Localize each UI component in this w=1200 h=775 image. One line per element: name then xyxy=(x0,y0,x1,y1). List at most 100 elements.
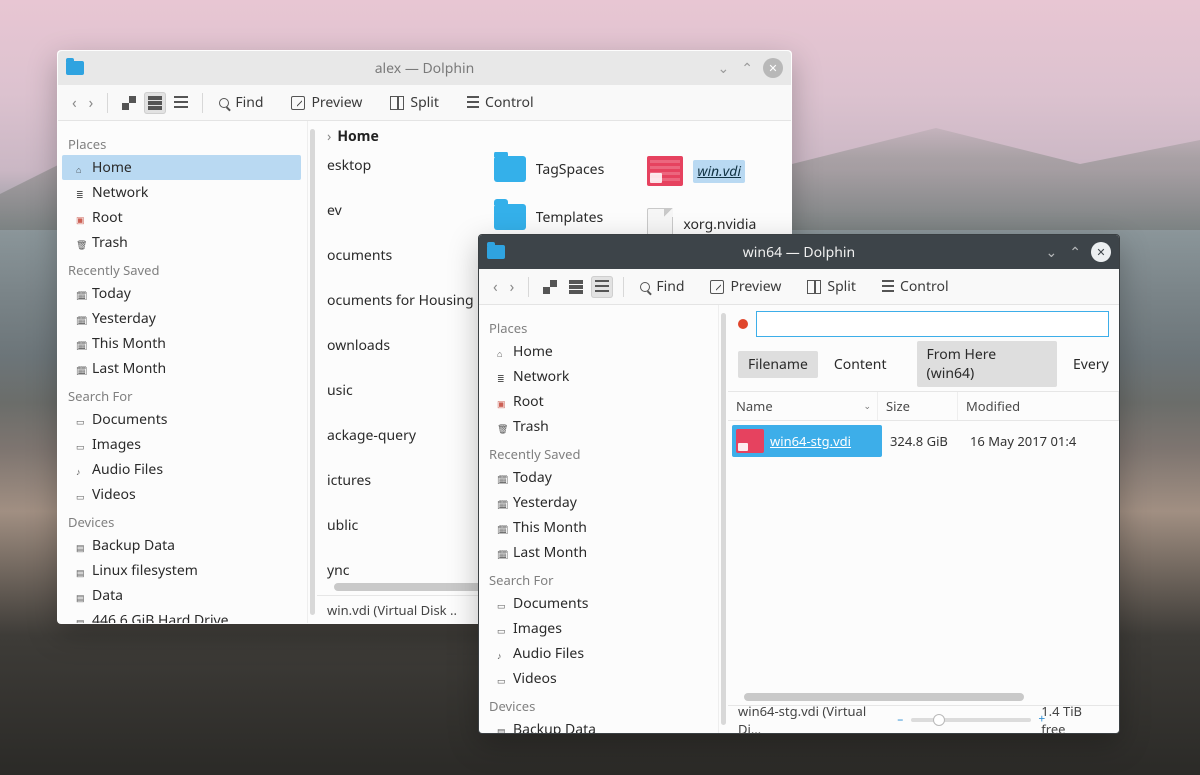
preview-button[interactable]: Preview xyxy=(704,273,787,300)
window-title: win64 — Dolphin xyxy=(479,243,1119,262)
file-item[interactable]: ev xyxy=(327,197,474,224)
sidebar-item-docs[interactable]: ▭Documents xyxy=(62,407,301,432)
search-results-view: Filename Content From Here (win64) Every… xyxy=(728,305,1119,733)
file-item[interactable]: ownloads xyxy=(327,332,474,359)
sidebar-item-trash[interactable]: 🗑Trash xyxy=(483,414,712,439)
nav-forward[interactable]: › xyxy=(506,275,519,299)
row-size: 324.8 GiB xyxy=(882,428,962,454)
split-button[interactable]: Split xyxy=(801,273,862,300)
file-item-winvdi[interactable]: win.vdi xyxy=(647,152,781,190)
sidebar-item-today[interactable]: 🗓Today xyxy=(62,281,301,306)
file-item[interactable]: ictures xyxy=(327,467,474,494)
sidebar-item-this-month[interactable]: 🗓This Month xyxy=(483,515,712,540)
view-icons[interactable] xyxy=(539,276,561,298)
sidebar-item-last-month[interactable]: 🗓Last Month xyxy=(483,540,712,565)
sidebar-item-last-month[interactable]: 🗓Last Month xyxy=(62,356,301,381)
view-details[interactable] xyxy=(591,276,613,298)
view-icons[interactable] xyxy=(118,92,140,114)
sidebar-item-backup[interactable]: ▤Backup Data xyxy=(483,717,712,733)
file-item[interactable]: ocuments for Housing xyxy=(327,287,474,314)
sidebar-splitter[interactable] xyxy=(721,313,726,725)
nav-back[interactable]: ‹ xyxy=(489,275,502,299)
minimize-button[interactable]: ⌄ xyxy=(716,59,732,78)
toolbar: ‹ › Find Preview Split Control xyxy=(58,85,791,121)
file-item[interactable]: ackage-query xyxy=(327,422,474,449)
sidebar-splitter[interactable] xyxy=(310,129,315,615)
breadcrumb-home[interactable]: Home xyxy=(337,127,378,146)
view-compact[interactable] xyxy=(565,276,587,298)
sidebar-item-network[interactable]: ≣Network xyxy=(483,364,712,389)
zoom-slider[interactable]: – + xyxy=(911,718,1031,722)
sidebar-item-today[interactable]: 🗓Today xyxy=(483,465,712,490)
sidebar-item-yesterday[interactable]: 🗓Yesterday xyxy=(62,306,301,331)
sidebar-item-audio[interactable]: ♪Audio Files xyxy=(483,641,712,666)
sidebar-item-hdd[interactable]: ▤446.6 GiB Hard Drive xyxy=(62,608,301,623)
view-details[interactable] xyxy=(170,92,192,114)
stop-search-icon[interactable] xyxy=(738,319,748,329)
sidebar-item-audio[interactable]: ♪Audio Files xyxy=(62,457,301,482)
titlebar[interactable]: alex — Dolphin ⌄ ⌃ ✕ xyxy=(58,51,791,85)
sidebar-item-data[interactable]: ▤Data xyxy=(62,583,301,608)
titlebar[interactable]: win64 — Dolphin ⌄ ⌃ ✕ xyxy=(479,235,1119,269)
sidebar-item-linuxfs[interactable]: ▤Linux filesystem xyxy=(62,558,301,583)
row-name[interactable]: win64-stg.vdi xyxy=(732,425,882,457)
sidebar-item-network[interactable]: ≣Network xyxy=(62,180,301,205)
sidebar-item-this-month[interactable]: 🗓This Month xyxy=(62,331,301,356)
filter-content[interactable]: Content xyxy=(824,351,897,378)
sidebar-item-docs[interactable]: ▭Documents xyxy=(483,591,712,616)
preview-button[interactable]: Preview xyxy=(285,89,368,116)
devices-header: Devices xyxy=(62,507,301,533)
file-item[interactable]: usic xyxy=(327,377,474,404)
recent-header: Recently Saved xyxy=(483,439,712,465)
file-item[interactable]: ocuments xyxy=(327,242,474,269)
sidebar-item-videos[interactable]: ▭Videos xyxy=(62,482,301,507)
sidebar-item-yesterday[interactable]: 🗓Yesterday xyxy=(483,490,712,515)
nav-back[interactable]: ‹ xyxy=(68,91,81,115)
sidebar-item-images[interactable]: ▭Images xyxy=(483,616,712,641)
close-button[interactable]: ✕ xyxy=(1091,242,1111,262)
split-button[interactable]: Split xyxy=(384,89,445,116)
minimize-button[interactable]: ⌄ xyxy=(1044,243,1060,262)
file-item-tagspaces[interactable]: TagSpaces xyxy=(494,152,628,186)
file-item-templates[interactable]: Templates xyxy=(494,200,628,234)
sidebar-item-home[interactable]: ⌂Home xyxy=(483,339,712,364)
close-button[interactable]: ✕ xyxy=(763,58,783,78)
vdi-icon xyxy=(736,429,764,453)
file-item[interactable]: ublic xyxy=(327,512,474,539)
sidebar-item-trash[interactable]: 🗑Trash xyxy=(62,230,301,255)
filter-filename[interactable]: Filename xyxy=(738,351,818,378)
window-dolphin-win64[interactable]: win64 — Dolphin ⌄ ⌃ ✕ ‹ › Find Preview S… xyxy=(478,234,1120,734)
window-title: alex — Dolphin xyxy=(58,59,791,78)
vdi-icon xyxy=(647,156,683,186)
control-button[interactable]: Control xyxy=(876,273,955,300)
control-button[interactable]: Control xyxy=(461,89,540,116)
list-row[interactable]: win64-stg.vdi 324.8 GiB 16 May 2017 01:4 xyxy=(732,425,1115,457)
sidebar-item-images[interactable]: ▭Images xyxy=(62,432,301,457)
breadcrumb[interactable]: › Home xyxy=(317,121,791,152)
maximize-button[interactable]: ⌃ xyxy=(1067,243,1083,262)
sidebar-item-root[interactable]: ▣Root xyxy=(483,389,712,414)
horizontal-scrollbar[interactable] xyxy=(744,693,1103,703)
view-compact[interactable] xyxy=(144,92,166,114)
free-space: 1.4 TiB free xyxy=(1041,702,1109,738)
file-item[interactable]: ync xyxy=(327,557,474,584)
search-header: Search For xyxy=(483,565,712,591)
sidebar-item-home[interactable]: ⌂Home xyxy=(62,155,301,180)
find-button[interactable]: Find xyxy=(213,89,269,116)
places-panel: Places ⌂Home ≣Network ▣Root 🗑Trash Recen… xyxy=(58,121,308,623)
search-input[interactable] xyxy=(756,311,1109,337)
file-item[interactable]: esktop xyxy=(327,152,474,179)
filter-everywhere[interactable]: Everyv xyxy=(1063,351,1109,378)
col-modified[interactable]: Modified xyxy=(958,392,1119,420)
maximize-button[interactable]: ⌃ xyxy=(739,59,755,78)
sidebar-item-videos[interactable]: ▭Videos xyxy=(483,666,712,691)
sidebar-item-backup[interactable]: ▤Backup Data xyxy=(62,533,301,558)
list-header[interactable]: Name⌄ Size Modified xyxy=(728,391,1119,421)
sidebar-item-root[interactable]: ▣Root xyxy=(62,205,301,230)
filter-from-here[interactable]: From Here (win64) xyxy=(917,341,1058,387)
col-size[interactable]: Size xyxy=(878,392,958,420)
col-name[interactable]: Name⌄ xyxy=(728,392,878,420)
search-bar xyxy=(728,305,1119,341)
nav-forward[interactable]: › xyxy=(85,91,98,115)
find-button[interactable]: Find xyxy=(634,273,690,300)
